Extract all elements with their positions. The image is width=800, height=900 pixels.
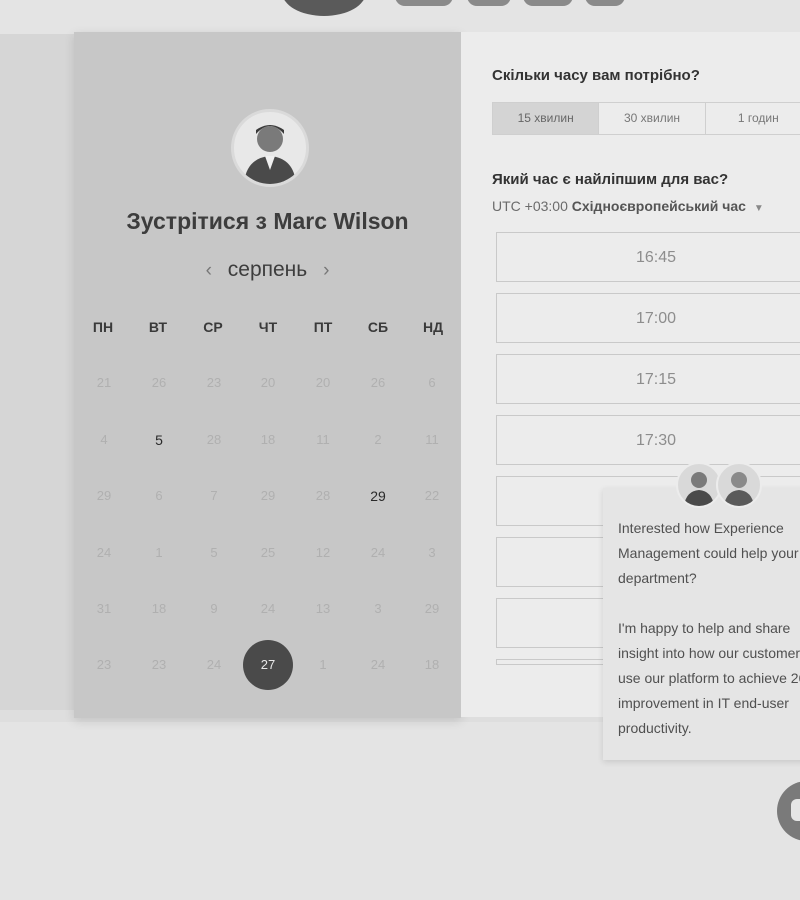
calendar-day[interactable]: 18 <box>134 584 184 634</box>
weekday-tue: ВТ <box>148 319 168 335</box>
calendar-day[interactable]: 7 <box>189 471 239 521</box>
calendar-day[interactable]: 21 <box>79 358 129 408</box>
chat-bubble-icon <box>791 799 800 821</box>
chat-message-line: Interested how Experience <box>618 520 784 536</box>
chat-message: Interested how Experience Management cou… <box>618 516 800 741</box>
weekday-mon: ПН <box>92 319 114 335</box>
time-slot-button[interactable]: 17:30 <box>496 415 800 465</box>
caret-down-icon: ▼ <box>753 203 764 214</box>
calendar-day[interactable]: 22 <box>407 471 457 521</box>
chat-message-line: Management could help your I <box>618 545 800 561</box>
calendar-day[interactable]: 20 <box>298 358 348 408</box>
brand-wordmark <box>395 0 645 8</box>
timezone-name: Східноєвропейський час <box>571 198 746 214</box>
host-avatar-photo-icon <box>244 125 296 184</box>
duration-option-30[interactable]: 30 хвилин <box>599 102 706 135</box>
calendar-day[interactable]: 5 <box>134 415 184 465</box>
next-month-chevron-icon[interactable]: › <box>313 260 339 281</box>
calendar-day[interactable]: 24 <box>189 640 239 690</box>
previous-month-chevron-icon[interactable]: ‹ <box>196 260 222 281</box>
calendar-day[interactable]: 12 <box>298 528 348 578</box>
chat-agent-avatar <box>716 462 762 508</box>
meeting-title: Зустрітися з Marc Wilson <box>74 208 461 235</box>
calendar-day[interactable]: 2 <box>353 415 403 465</box>
agent-photo-icon <box>724 472 754 506</box>
calendar-day[interactable]: 28 <box>298 471 348 521</box>
calendar-day[interactable]: 29 <box>353 471 403 521</box>
weekday-fri: ПТ <box>313 319 333 335</box>
chat-message-line: I'm happy to help and share <box>618 620 791 636</box>
chat-popup[interactable]: Interested how Experience Management cou… <box>603 488 800 760</box>
calendar-day[interactable]: 24 <box>79 528 129 578</box>
calendar-day[interactable]: 24 <box>353 640 403 690</box>
host-avatar <box>231 109 309 187</box>
calendar-day[interactable]: 9 <box>189 584 239 634</box>
calendar-day[interactable]: 6 <box>134 471 184 521</box>
weekday-sun: НД <box>422 319 444 335</box>
calendar-day[interactable]: 31 <box>79 584 129 634</box>
calendar-day[interactable]: 27 <box>243 640 293 690</box>
time-question: Який час є найліпшим для вас? <box>492 171 729 188</box>
calendar-day[interactable]: 23 <box>189 358 239 408</box>
agent-photo-icon <box>684 472 714 506</box>
calendar-day[interactable]: 6 <box>407 358 457 408</box>
weekday-thu: ЧТ <box>258 319 278 335</box>
calendar-day[interactable]: 26 <box>353 358 403 408</box>
calendar-day[interactable]: 24 <box>243 584 293 634</box>
time-slot-button[interactable]: 16:45 <box>496 232 800 282</box>
calendar-day[interactable]: 24 <box>353 528 403 578</box>
calendar-day[interactable]: 4 <box>79 415 129 465</box>
calendar-card: Зустрітися з Marc Wilson ‹ серпень › ПН … <box>74 32 461 718</box>
calendar-day[interactable]: 3 <box>407 528 457 578</box>
weekday-sat: СБ <box>367 319 389 335</box>
chat-message-line: use our platform to achieve 26 <box>618 670 800 686</box>
calendar-day[interactable]: 29 <box>407 584 457 634</box>
time-slot-button[interactable]: 17:00 <box>496 293 800 343</box>
host-name: Marc Wilson <box>273 208 409 234</box>
calendar-day[interactable]: 28 <box>189 415 239 465</box>
calendar-day[interactable]: 29 <box>79 471 129 521</box>
chat-message-line: insight into how our customers <box>618 645 800 661</box>
chat-message-line: productivity. <box>618 720 692 736</box>
calendar-day[interactable]: 13 <box>298 584 348 634</box>
month-label: серпень <box>227 258 308 281</box>
calendar-day[interactable]: 18 <box>407 640 457 690</box>
left-background-strip <box>0 34 74 710</box>
duration-question: Скільки часу вам потрібно? <box>492 67 700 84</box>
calendar-day[interactable]: 23 <box>79 640 129 690</box>
calendar-day[interactable]: 23 <box>134 640 184 690</box>
chat-message-line: department? <box>618 570 697 586</box>
calendar-day[interactable]: 11 <box>407 415 457 465</box>
time-slot-button[interactable]: 17:15 <box>496 354 800 404</box>
calendar-day[interactable]: 26 <box>134 358 184 408</box>
duration-option-15[interactable]: 15 хвилин <box>492 102 600 135</box>
calendar-day[interactable]: 1 <box>134 528 184 578</box>
chat-message-line: improvement in IT end-user <box>618 695 789 711</box>
calendar-day[interactable]: 25 <box>243 528 293 578</box>
weekday-wed: СР <box>203 319 223 335</box>
meeting-title-prefix: Зустрітися з <box>126 208 267 234</box>
timezone-selector[interactable]: UTC +03:00 Східноєвропейський час ▼ <box>492 198 764 214</box>
calendar-day[interactable]: 20 <box>243 358 293 408</box>
month-navigation: ‹ серпень › <box>74 258 461 282</box>
calendar-day[interactable]: 3 <box>353 584 403 634</box>
timezone-offset: UTC +03:00 <box>492 198 568 214</box>
calendar-day[interactable]: 11 <box>298 415 348 465</box>
calendar-day[interactable]: 18 <box>243 415 293 465</box>
duration-option-60[interactable]: 1 годин <box>705 102 800 135</box>
calendar-day[interactable]: 29 <box>243 471 293 521</box>
calendar-day[interactable]: 5 <box>189 528 239 578</box>
calendar-day[interactable]: 1 <box>298 640 348 690</box>
duration-selector: 15 хвилин 30 хвилин 1 годин <box>492 102 800 135</box>
